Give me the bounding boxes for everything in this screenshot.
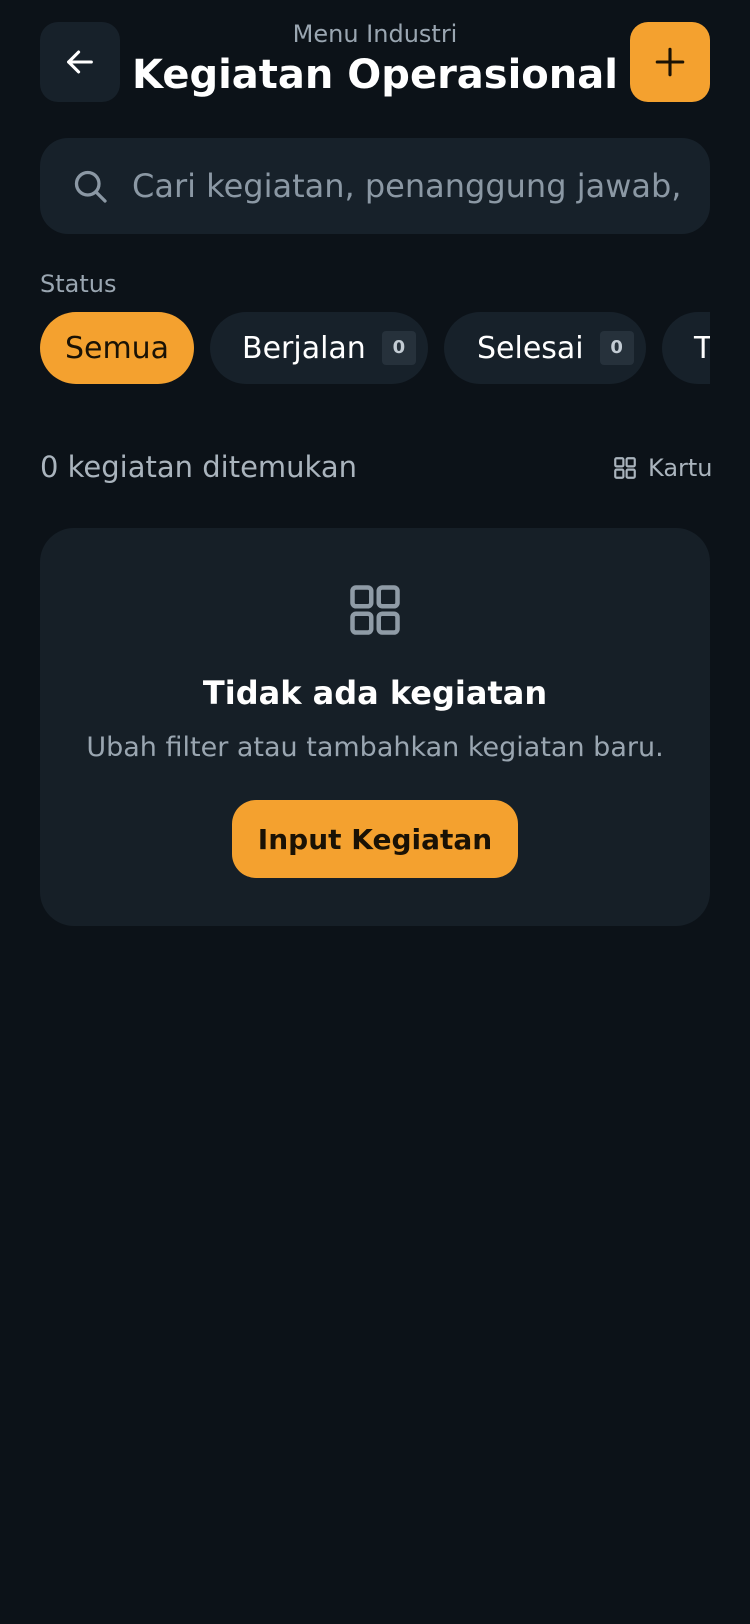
status-filter-chips: Semua Berjalan 0 Selesai 0 T (40, 312, 710, 384)
chip-count-badge: 0 (599, 331, 634, 365)
chip-label: Berjalan (242, 330, 366, 366)
grid-icon (350, 585, 400, 635)
header: Menu Industri Kegiatan Operasional (0, 0, 750, 120)
view-toggle[interactable]: Kartu (612, 452, 713, 484)
chip-semua[interactable]: Semua (40, 312, 194, 384)
status-filter-label: Status (40, 270, 117, 298)
chip-selesai[interactable]: Selesai 0 (444, 312, 646, 384)
chip-count-badge: 0 (381, 331, 416, 365)
chip-berjalan[interactable]: Berjalan 0 (210, 312, 428, 384)
search-bar (40, 138, 710, 234)
chip-label: T (694, 330, 710, 366)
plus-icon (655, 47, 685, 77)
add-button[interactable] (630, 22, 710, 102)
empty-state-title: Tidak ada kegiatan (202, 674, 548, 712)
view-toggle-label: Kartu (648, 454, 713, 482)
empty-state-card: Tidak ada kegiatan Ubah filter atau tamb… (40, 528, 710, 926)
result-count: 0 kegiatan ditemukan (40, 450, 357, 484)
grid-icon (614, 457, 636, 479)
chip-partial[interactable]: T (662, 312, 710, 384)
input-kegiatan-button[interactable]: Input Kegiatan (232, 800, 518, 878)
search-input[interactable] (132, 138, 687, 234)
empty-state-description: Ubah filter atau tambahkan kegiatan baru… (86, 732, 664, 763)
chip-label: Selesai (477, 330, 584, 366)
search-icon (74, 170, 107, 203)
chip-label: Semua (64, 330, 170, 366)
